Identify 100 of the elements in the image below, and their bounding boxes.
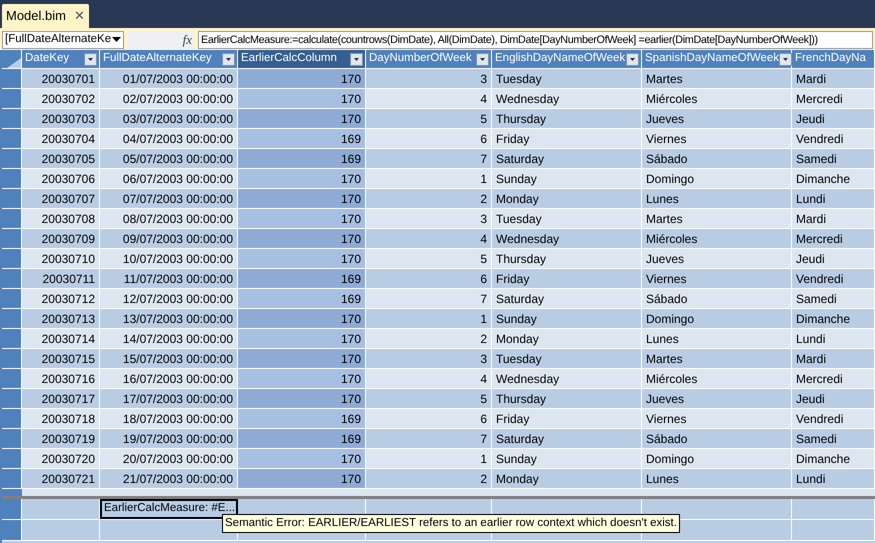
table-cell: Lundi <box>792 189 875 208</box>
row-header[interactable] <box>2 520 22 540</box>
table-cell: 5 <box>366 249 492 268</box>
table-cell: Monday <box>492 329 642 348</box>
table-cell: Thursday <box>492 389 642 408</box>
table-cell: Miércoles <box>642 89 792 108</box>
table-cell: 2 <box>366 189 492 208</box>
table-cell: Sábado <box>642 149 792 168</box>
table-cell: Tuesday <box>492 209 642 228</box>
table-cell: Thursday <box>492 109 642 128</box>
table-cell: 170 <box>238 449 366 468</box>
table-cell: 20030708 <box>22 209 100 228</box>
table-cell: Jeudi <box>792 249 875 268</box>
row-header[interactable] <box>2 389 22 408</box>
close-icon[interactable]: ✕ <box>74 6 85 26</box>
table-cell: 7 <box>366 429 492 448</box>
row-header[interactable] <box>2 129 22 148</box>
table-cell: Viernes <box>642 269 792 288</box>
row-header[interactable] <box>2 169 22 188</box>
table-cell: Samedi <box>792 149 875 168</box>
table-cell: Jueves <box>642 249 792 268</box>
row-header[interactable] <box>2 269 22 288</box>
table-cell: 169 <box>238 269 366 288</box>
table-cell: 3 <box>366 349 492 368</box>
row-header[interactable] <box>2 329 22 348</box>
row-header[interactable] <box>2 349 22 368</box>
table-cell: Dimanche <box>792 449 875 468</box>
row-header[interactable] <box>2 469 22 488</box>
row-header[interactable] <box>2 449 22 468</box>
table-cell: Mardi <box>792 69 875 88</box>
table-cell: Thursday <box>492 249 642 268</box>
table-cell: Domingo <box>642 169 792 188</box>
row-header[interactable] <box>2 309 22 328</box>
table-cell: Jueves <box>642 389 792 408</box>
document-tab[interactable]: Model.bim ✕ <box>2 4 89 28</box>
table-cell: Jueves <box>642 109 792 128</box>
table-cell: 20030710 <box>22 249 100 268</box>
table-cell: 7 <box>366 289 492 308</box>
table-cell: Mercredi <box>792 369 875 388</box>
table-cell: Vendredi <box>792 129 875 148</box>
table-cell: Lundi <box>792 329 875 348</box>
table-cell: 2 <box>366 469 492 488</box>
table-cell: 3 <box>366 69 492 88</box>
table-cell: 20030717 <box>22 389 100 408</box>
table-cell: Monday <box>492 189 642 208</box>
table-cell: 170 <box>238 109 366 128</box>
row-header[interactable] <box>2 109 22 128</box>
table-cell: 20030706 <box>22 169 100 188</box>
table-cell: 169 <box>238 289 366 308</box>
table-cell: 170 <box>238 89 366 108</box>
table-cell: 20030713 <box>22 309 100 328</box>
table-cell: 4 <box>366 229 492 248</box>
row-header[interactable] <box>2 429 22 448</box>
table-cell: Martes <box>642 349 792 368</box>
table-cell: Martes <box>642 209 792 228</box>
table-cell: 20030707 <box>22 189 100 208</box>
table-cell: Miércoles <box>642 229 792 248</box>
table-cell: Samedi <box>792 429 875 448</box>
row-header[interactable] <box>2 369 22 388</box>
row-header[interactable] <box>2 229 22 248</box>
row-header[interactable] <box>2 89 22 108</box>
table-cell: Sunday <box>492 449 642 468</box>
table-cell: Mardi <box>792 349 875 368</box>
table-cell: 170 <box>238 249 366 268</box>
dropdown-arrow-icon[interactable] <box>112 37 121 43</box>
name-box[interactable]: [FullDateAlternateKe <box>2 31 124 49</box>
row-header[interactable] <box>2 209 22 228</box>
row-header[interactable] <box>2 69 22 88</box>
table-cell: 6 <box>366 269 492 288</box>
table-cell: Miércoles <box>642 369 792 388</box>
table-cell: Vendredi <box>792 409 875 428</box>
table-cell: 4 <box>366 89 492 108</box>
row-header[interactable] <box>2 289 22 308</box>
table-cell: Monday <box>492 469 642 488</box>
table-cell: Viernes <box>642 409 792 428</box>
table-cell: Mardi <box>792 209 875 228</box>
table-cell: 20030720 <box>22 449 100 468</box>
table-cell: 7 <box>366 149 492 168</box>
formula-field[interactable]: EarlierCalcMeasure:=calculate(countrows(DimDate), All(DimDate), DimDate[DayNumberOfWeek] =earlier(DimDate[DayNumberOfWeek])) <box>198 31 873 49</box>
row-header[interactable] <box>2 189 22 208</box>
table-cell: Viernes <box>642 129 792 148</box>
table-cell: 20030709 <box>22 229 100 248</box>
table-cell: 20030703 <box>22 109 100 128</box>
table-cell: 170 <box>238 389 366 408</box>
function-button[interactable]: fx <box>182 30 192 50</box>
measure-cell[interactable]: EarlierCalcMeasure: #E... <box>100 499 238 519</box>
table-cell: 2 <box>366 329 492 348</box>
row-header[interactable] <box>2 149 22 168</box>
row-header[interactable] <box>2 249 22 268</box>
table-cell: 169 <box>238 129 366 148</box>
table-cell: Jeudi <box>792 389 875 408</box>
row-header[interactable] <box>2 409 22 428</box>
table-cell: 20030712 <box>22 289 100 308</box>
row-header[interactable] <box>2 499 22 519</box>
table-cell: 6 <box>366 409 492 428</box>
table-cell: 170 <box>238 369 366 388</box>
column-header[interactable]: EarlierCalcColumn <box>238 50 366 68</box>
table-cell: 169 <box>238 409 366 428</box>
table-cell: 169 <box>238 429 366 448</box>
table-cell: 20030704 <box>22 129 100 148</box>
